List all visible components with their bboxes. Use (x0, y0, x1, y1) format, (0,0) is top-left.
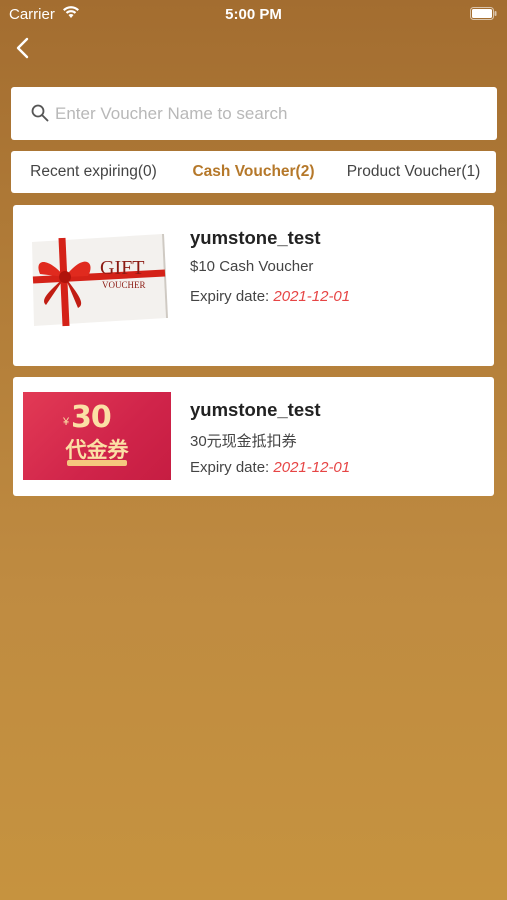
voucher-title: yumstone_test (190, 399, 321, 420)
clock: 5:00 PM (225, 6, 282, 23)
voucher-tabs: Recent expiring(0) Cash Voucher(2) Produ… (11, 151, 496, 193)
coupon-strip (67, 460, 127, 466)
gift-image-subtext: VOUCHER (102, 280, 146, 290)
voucher-title: yumstone_test (190, 227, 321, 248)
voucher-card[interactable]: ¥ 30 代金券 yumstone_test 30元现金抵扣券 Expiry d… (13, 377, 494, 496)
voucher-expiry: Expiry date: 2021-12-01 (190, 459, 350, 476)
coupon-yen-sign: ¥ (63, 416, 70, 428)
gift-image-text: GIFT (100, 257, 144, 279)
tab-cash-voucher[interactable]: Cash Voucher(2) (176, 151, 331, 193)
status-bar: Carrier 5:00 PM (0, 0, 507, 30)
voucher-expiry: Expiry date: 2021-12-01 (190, 288, 350, 305)
search-input[interactable] (55, 99, 475, 129)
expiry-date: 2021-12-01 (273, 459, 351, 476)
coupon-amount: 30 (71, 400, 112, 435)
search-icon (31, 104, 49, 122)
battery-icon (470, 7, 497, 20)
voucher-description: $10 Cash Voucher (190, 258, 314, 275)
voucher-card[interactable]: GIFT VOUCHER yumstone_test $10 Cash Vouc… (13, 205, 494, 366)
cash-coupon-image: ¥ 30 代金券 (23, 392, 171, 480)
search-bar[interactable] (11, 87, 497, 140)
expiry-date: 2021-12-01 (273, 288, 351, 305)
voucher-description: 30元现金抵扣券 (190, 433, 297, 450)
back-button[interactable] (12, 36, 36, 60)
tab-product-voucher[interactable]: Product Voucher(1) (331, 151, 496, 193)
expiry-label: Expiry date: (190, 288, 270, 305)
expiry-label: Expiry date: (190, 459, 270, 476)
gift-voucher-image: GIFT VOUCHER (32, 234, 168, 327)
tab-recent-expiring[interactable]: Recent expiring(0) (11, 151, 176, 193)
